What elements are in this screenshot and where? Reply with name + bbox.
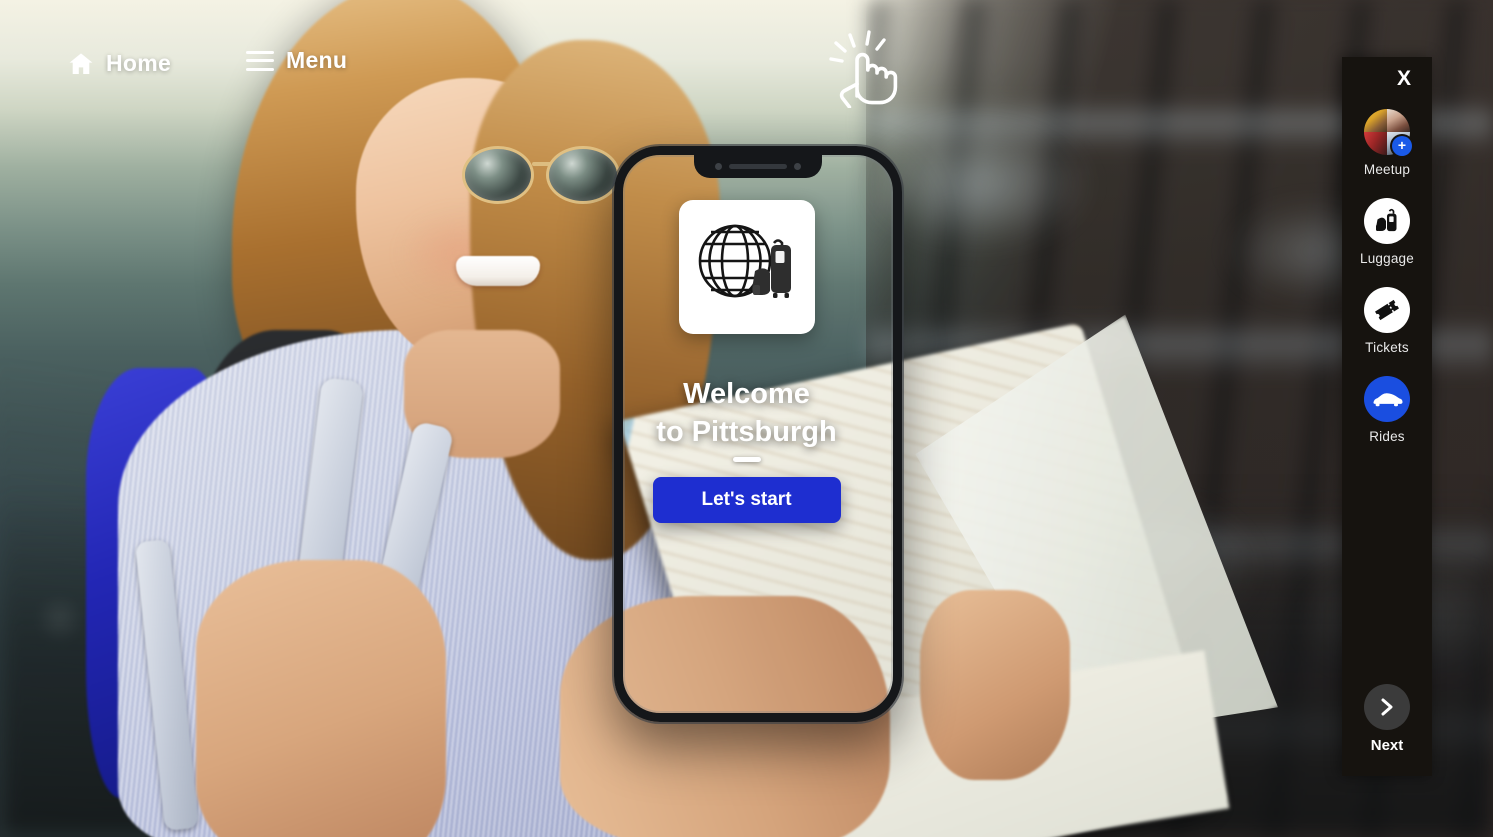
services-sidebar: X + Meetup Luggage Tickets Rides Next: [1342, 57, 1432, 776]
sunglasses: [462, 142, 622, 204]
nav-home-button[interactable]: Home: [68, 50, 171, 77]
app-screen: Home Menu Welcome to Pittsburgh Let's st…: [0, 0, 1493, 837]
hamburger-menu-icon: [246, 50, 274, 71]
nav-home-label: Home: [106, 50, 172, 76]
phone-mockup: [614, 146, 902, 722]
next-button-label: Next: [1370, 737, 1404, 754]
sidebar-item-meetup[interactable]: + Meetup: [1342, 109, 1432, 177]
top-navigation: Home Menu: [0, 0, 1493, 110]
sidebar-item-rides[interactable]: Rides: [1342, 376, 1432, 444]
nav-menu-label: Menu: [286, 47, 348, 73]
hand-holding-map: [920, 590, 1070, 780]
car-icon: [1373, 393, 1403, 407]
add-meetup-badge[interactable]: +: [1392, 136, 1412, 156]
home-icon: [69, 52, 93, 74]
ticket-icon: [1375, 299, 1399, 321]
sidebar-item-rides-label: Rides: [1369, 429, 1405, 444]
sidebar-item-meetup-label: Meetup: [1363, 162, 1411, 177]
sidebar-item-luggage[interactable]: Luggage: [1342, 198, 1432, 266]
chevron-right-icon: [1381, 698, 1393, 716]
sidebar-items: + Meetup Luggage Tickets Rides: [1342, 109, 1432, 465]
sidebar-item-tickets-label: Tickets: [1365, 340, 1409, 355]
tap-hand-cursor-icon: [829, 30, 898, 108]
nav-menu-button[interactable]: Menu: [246, 47, 347, 74]
close-sidebar-button[interactable]: X: [1342, 57, 1432, 91]
phone-screen: [623, 155, 893, 713]
sidebar-item-luggage-label: Luggage: [1360, 251, 1414, 266]
next-button[interactable]: Next: [1364, 684, 1410, 754]
luggage-suitcase-icon: [1376, 208, 1397, 232]
sidebar-item-tickets[interactable]: Tickets: [1342, 287, 1432, 355]
people-collage-avatar-icon: +: [1364, 109, 1412, 156]
